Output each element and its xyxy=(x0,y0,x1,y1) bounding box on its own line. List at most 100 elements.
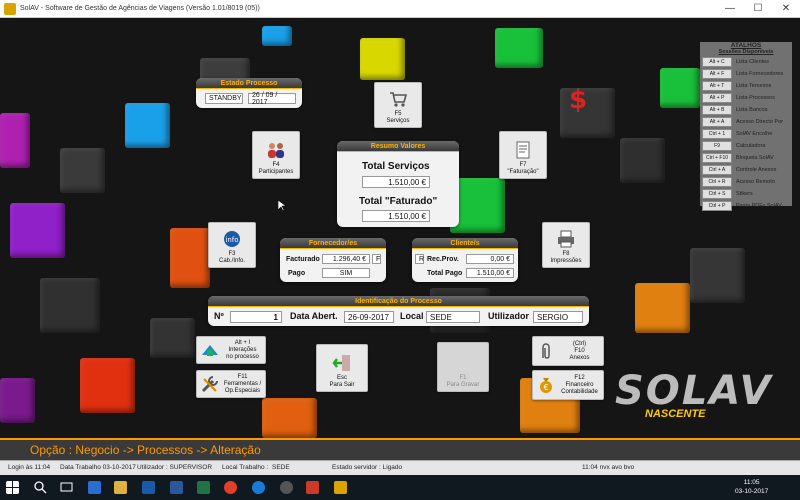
financeiro-labels: F12 Financeiro Contabilidade xyxy=(559,375,600,396)
atalho-row[interactable]: Ctrl + F10 Bloqueia SolAV xyxy=(700,152,792,163)
faturacao-button[interactable]: F7 "Faturação" xyxy=(499,131,547,179)
participantes-key: F4 xyxy=(272,162,280,168)
atalho-key: Ctrl + A xyxy=(702,164,732,175)
ferramentas-key: F11 xyxy=(237,373,248,380)
data-abert-label: Data Abert. xyxy=(290,311,338,321)
taskbar-clock[interactable]: 11:05 03-10-2017 xyxy=(735,478,768,496)
search-icon[interactable] xyxy=(34,481,47,494)
servicos-button[interactable]: F5 Serviços xyxy=(374,82,422,128)
data-abert-field[interactable]: 26-09-2017 xyxy=(344,311,394,323)
svg-text:info: info xyxy=(225,236,238,244)
app-icon-word[interactable] xyxy=(170,481,183,494)
app-icon-outlook[interactable] xyxy=(142,481,155,494)
rec-flag[interactable]: R xyxy=(415,254,424,264)
participantes-button[interactable]: F4 Participantes xyxy=(252,131,300,179)
utilizador-label: Utilizador xyxy=(488,311,530,321)
impressoes-button[interactable]: F8 Impressões xyxy=(542,222,590,268)
atalho-row[interactable]: Ctrl + 1 SolAV Encolhe xyxy=(700,128,792,139)
app-icon-solav[interactable] xyxy=(334,481,347,494)
status-local-label: Local Trabalho : xyxy=(222,464,269,471)
total-faturado-field[interactable]: 1.510,00 € xyxy=(362,210,430,222)
atalho-label: Pasta PDFs SolAV xyxy=(736,202,782,209)
status-local-value: SEDE xyxy=(272,464,290,471)
faturacao-text: "Faturação" xyxy=(507,169,539,175)
close-button[interactable]: ✕ xyxy=(772,0,800,18)
app-icon-edge[interactable] xyxy=(252,481,265,494)
facturado-flag[interactable]: F xyxy=(372,254,381,264)
local-field[interactable]: SEDE xyxy=(426,311,480,323)
numero-label: Nº xyxy=(214,311,224,321)
total-servicos-label: Total Serviços xyxy=(362,161,430,172)
invoice-icon xyxy=(516,141,530,159)
resumo-valores-header: Resumo Valores xyxy=(337,141,459,152)
task-view-icon[interactable] xyxy=(60,481,73,494)
cab-info-button[interactable]: info F3 Cab./Info. xyxy=(208,222,256,268)
ferramentas-text-1: Ferramentas / xyxy=(223,380,262,387)
bg-cube xyxy=(60,148,105,193)
utilizador-field[interactable]: SERGIO xyxy=(533,311,583,323)
atalho-row[interactable]: Ctrl + P Pasta PDFs SolAV xyxy=(700,200,792,211)
atalho-row[interactable]: Alt + B Lista Bancos xyxy=(700,104,792,115)
breadcrumb: Opção : Negocio -> Processos -> Alteraçã… xyxy=(0,438,800,460)
windows-start-icon[interactable] xyxy=(6,481,19,494)
title-bar: SolAV - Software de Gestão de Agências d… xyxy=(0,0,800,18)
atalhos-panel: ATALHOS Sessões Disponíveis Alt + C Lista… xyxy=(700,42,792,211)
app-icon-chrome[interactable] xyxy=(224,481,237,494)
mouse-cursor-icon xyxy=(278,200,286,212)
atalho-key: Ctrl + F10 xyxy=(702,152,732,163)
atalho-row[interactable]: Alt + C Lista Clientes xyxy=(700,56,792,67)
printer-icon xyxy=(558,230,574,248)
sair-button[interactable]: Esc Para Sair xyxy=(316,344,368,392)
app-icon-excel[interactable] xyxy=(197,481,210,494)
solav-logo: SOLAV NASCENTE xyxy=(615,368,775,426)
ferramentas-button[interactable]: F11 Ferramentas / Op.Especiais xyxy=(196,370,266,398)
anexos-labels: (Ctrl) F10 Anexos xyxy=(559,341,600,362)
atalho-key: Alt + B xyxy=(702,104,732,115)
app-icon-player[interactable] xyxy=(306,481,319,494)
window-title: SolAV - Software de Gestão de Agências d… xyxy=(20,5,260,12)
pago-field[interactable]: SIM xyxy=(322,268,370,278)
atalho-key: Alt + A xyxy=(702,116,732,127)
atalho-label: Lista Clientes xyxy=(736,58,770,65)
resumo-valores-panel: Resumo Valores Total Serviços 1.510,00 €… xyxy=(337,141,459,227)
total-servicos-field[interactable]: 1.510,00 € xyxy=(362,176,430,188)
numero-field[interactable]: 1 xyxy=(230,311,282,323)
app-icon-explorer[interactable] xyxy=(88,481,101,494)
estado-processo-panel: Estado Processo STANDBY 26 / 09 / 2017 xyxy=(196,78,302,108)
total-pago-field[interactable]: 1.510,00 € xyxy=(466,268,514,278)
app-icon-folder[interactable] xyxy=(114,481,127,494)
maximize-button[interactable]: ☐ xyxy=(744,0,772,18)
rec-prov-field[interactable]: 0,00 € xyxy=(466,254,514,264)
local-label: Local xyxy=(400,311,424,321)
minimize-button[interactable]: — xyxy=(716,0,744,18)
total-pago-label: Total Pago xyxy=(427,270,463,277)
status-login: Login às 11:04 xyxy=(8,464,51,471)
estado-status-field[interactable]: STANDBY xyxy=(205,93,243,104)
atalho-row[interactable]: F9 Calculadora xyxy=(700,140,792,151)
atalho-key: Ctrl + 1 xyxy=(702,128,732,139)
atalho-row[interactable]: Alt + P Lista Processos xyxy=(700,92,792,103)
facturado-field[interactable]: 1.296,40 € xyxy=(322,254,370,264)
estado-date-field[interactable]: 26 / 09 / 2017 xyxy=(248,92,296,106)
atalho-row[interactable]: Ctrl + R Acesso Remoto xyxy=(700,176,792,187)
atalho-label: SolAV Encolhe xyxy=(736,130,773,137)
servicos-key: F5 xyxy=(394,111,402,117)
atalho-label: Acesso Directo Por xyxy=(736,118,784,125)
atalho-row[interactable]: Ctrl + S Stikers xyxy=(700,188,792,199)
fornecedor-header: Fornecedor/es xyxy=(280,238,386,249)
atalho-row[interactable]: Alt + F Lista Fornecedores xyxy=(700,68,792,79)
atalho-row[interactable]: Alt + T Lista Terceiros xyxy=(700,80,792,91)
anexos-button[interactable]: (Ctrl) F10 Anexos xyxy=(532,336,604,366)
atalho-label: Lista Terceiros xyxy=(736,82,772,89)
financeiro-button[interactable]: € F12 Financeiro Contabilidade xyxy=(532,370,604,400)
atalho-key: Alt + C xyxy=(702,56,732,67)
atalho-label: Lista Bancos xyxy=(736,106,768,113)
app-icon-media[interactable] xyxy=(280,481,293,494)
gravar-button[interactable]: F1 Para Gravar xyxy=(437,342,489,392)
atalho-row[interactable]: Alt + A Acesso Directo Por xyxy=(700,116,792,127)
interacoes-button[interactable]: Alt + I Interações no processo xyxy=(196,336,266,364)
atalho-row[interactable]: Ctrl + A Controle Anexos xyxy=(700,164,792,175)
status-bar: Login às 11:04 Data Trabalho 03-10-2017 … xyxy=(0,460,800,475)
gravar-key: F1 xyxy=(459,375,467,381)
bg-cube xyxy=(635,283,690,333)
